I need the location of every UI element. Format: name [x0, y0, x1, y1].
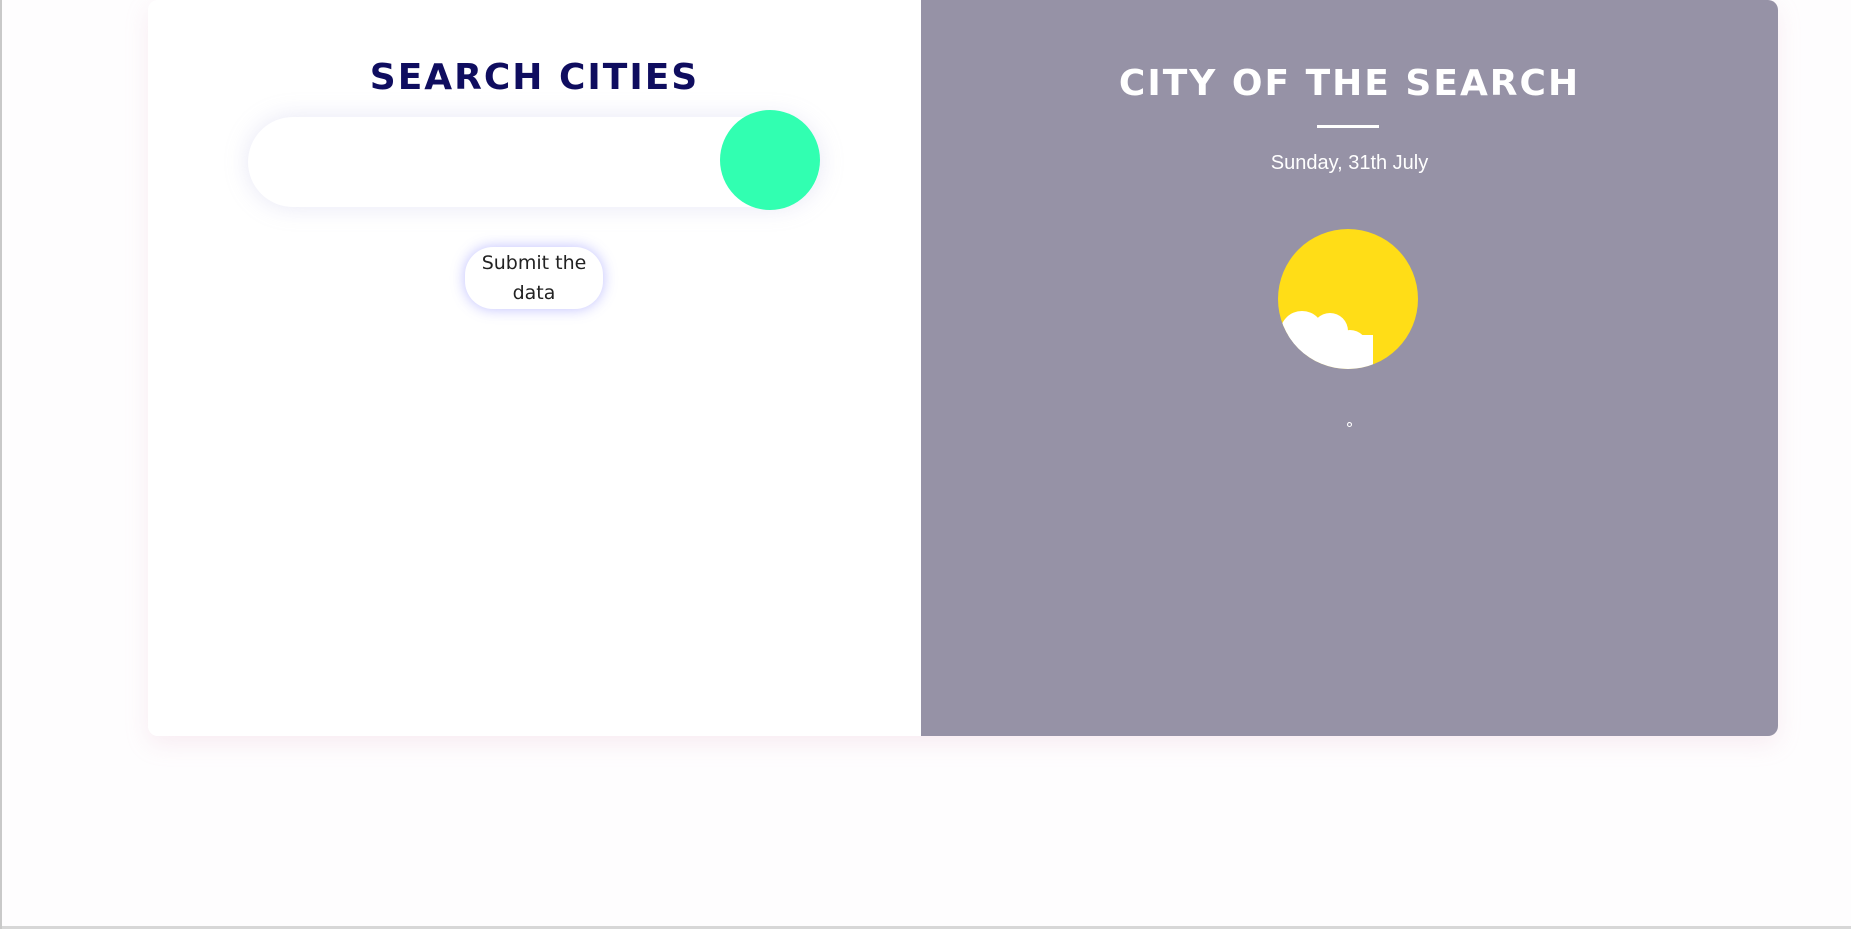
search-title: SEARCH CITIES: [369, 57, 700, 99]
browser-viewport: SEARCH CITIES Submit the data CITY OF TH…: [0, 0, 1851, 929]
sun-cloud-icon: [1278, 229, 1418, 369]
submit-data-button[interactable]: Submit the data: [465, 247, 603, 309]
weather-card: SEARCH CITIES Submit the data CITY OF TH…: [148, 0, 1778, 736]
weather-svg: [1278, 229, 1418, 369]
date-label: Sunday, 31th July: [1270, 152, 1429, 174]
search-input[interactable]: [270, 117, 744, 209]
title-divider: [1317, 125, 1379, 128]
temperature-label: °: [1345, 419, 1354, 438]
search-button[interactable]: [720, 110, 820, 210]
result-panel: CITY OF THE SEARCH Sunday, 31th July °: [921, 0, 1778, 736]
search-panel: SEARCH CITIES Submit the data: [148, 0, 921, 736]
city-title: CITY OF THE SEARCH: [1118, 62, 1581, 104]
